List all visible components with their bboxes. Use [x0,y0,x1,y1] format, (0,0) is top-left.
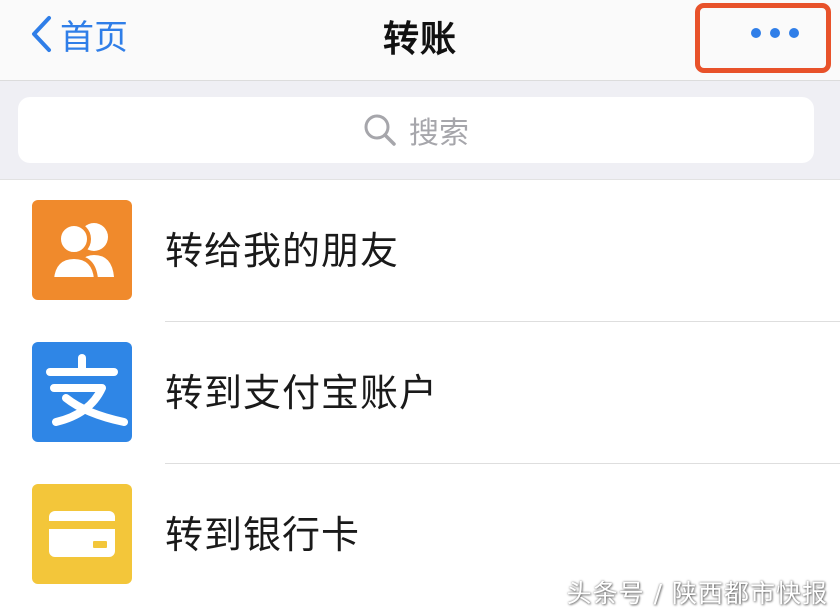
item-label-transfer-to-friend: 转给我的朋友 [165,229,400,273]
bank-card-icon [32,484,132,584]
more-button[interactable] [748,22,802,44]
search-input[interactable]: 搜索 [18,97,814,163]
transfer-options-list: 转给我的朋友 转到支付宝账户 转到银行卡 [0,180,840,616]
item-label-transfer-to-alipay: 转到支付宝账户 [165,371,439,415]
item-label-transfer-to-bank-card: 转到银行卡 [165,513,361,557]
search-area: 搜索 [0,81,840,180]
alipay-icon [32,342,132,442]
search-icon [364,114,396,146]
more-dots-icon [751,28,799,38]
search-placeholder: 搜索 [409,116,469,151]
list-item-transfer-to-alipay[interactable]: 转到支付宝账户 [0,322,840,464]
list-item-transfer-to-friend[interactable]: 转给我的朋友 [0,180,840,322]
friends-icon [32,200,132,300]
watermark: 头条号 / 陕西都市快报 [566,579,828,608]
transfer-screen: 首页 转账 搜索 转给我的朋友 转到支付宝账户 转到银行卡 头条号 / 陕西都市… [0,0,840,616]
navigation-bar: 首页 转账 [0,0,840,81]
